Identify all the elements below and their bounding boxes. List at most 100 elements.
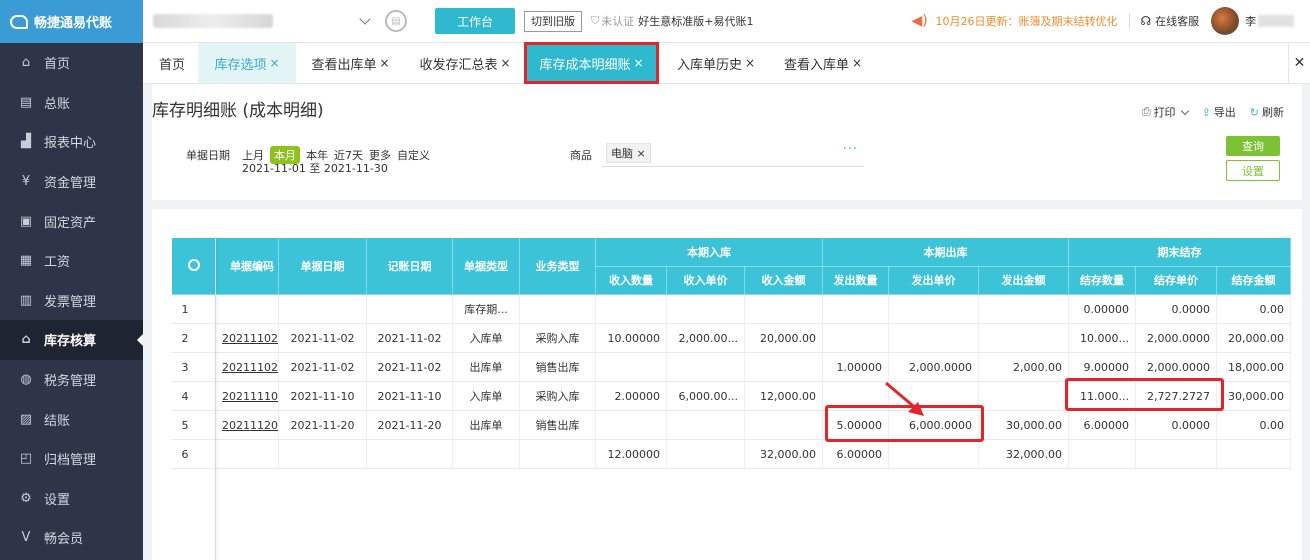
goods-select[interactable]: 电脑 × ···: [602, 140, 864, 167]
switch-old-version-button[interactable]: 切到旧版: [524, 10, 583, 32]
sidebar-item-gear[interactable]: ⚙ 设置: [0, 479, 143, 519]
cell-end-price: 2,000.0000: [1135, 323, 1217, 353]
cell-in-amt: 20,000.00: [744, 323, 823, 353]
cell-end-qty: [1068, 439, 1136, 469]
sidebar-item-chart[interactable]: ▟ 报表中心: [0, 122, 143, 162]
cell-in-qty: 10.00000: [595, 323, 667, 353]
table-row[interactable]: 1 库存期... 0.00000 0.0000 0.00: [171, 294, 1291, 324]
avatar[interactable]: [1211, 7, 1240, 35]
sidebar-item-archive[interactable]: ◰ 归档管理: [0, 439, 143, 479]
header-end-price[interactable]: 结存单价: [1135, 265, 1217, 295]
app-logo[interactable]: 畅捷通易代账: [0, 0, 143, 43]
tab-6[interactable]: 查看入库单 ×: [774, 43, 872, 83]
shield-icon: ⛉: [591, 14, 600, 27]
cell-in-price: [666, 294, 745, 324]
sidebar-item-asset[interactable]: ▣ 固定资产: [0, 201, 143, 241]
query-button[interactable]: 查询: [1226, 136, 1280, 156]
salary-icon: ▦: [19, 253, 33, 269]
refresh-button[interactable]: ↻ 刷新: [1250, 104, 1284, 120]
sidebar-item-vip[interactable]: V 畅会员: [0, 518, 143, 558]
sidebar-item-home[interactable]: ⌂ 首页: [0, 43, 143, 83]
header-out-amt[interactable]: 发出金额: [978, 265, 1069, 295]
cell-end-amt: 20,000.00: [1216, 323, 1291, 353]
cell-doc-code[interactable]: 20211102-0: [215, 352, 279, 382]
cell-doc-type: [452, 439, 520, 469]
more-icon[interactable]: ···: [843, 142, 858, 157]
quick-date-option[interactable]: 自定义: [397, 147, 430, 163]
header-date[interactable]: 单据日期: [278, 237, 367, 295]
date-range[interactable]: 2021-11-01 至 2021-11-30: [242, 160, 388, 176]
tab-2[interactable]: 查看出库单 ×: [296, 43, 405, 83]
tab-4[interactable]: 库存成本明细账 ×: [524, 42, 659, 84]
export-button[interactable]: ⇪ 导出: [1202, 104, 1236, 120]
header-in-amt[interactable]: 收入金额: [744, 265, 823, 295]
sidebar-item-tax[interactable]: ◍ 税务管理: [0, 360, 143, 400]
tab-5[interactable]: 入库单历史 ×: [658, 43, 774, 83]
sidebar-item-invoice[interactable]: ▥ 发票管理: [0, 281, 143, 321]
cell-row-index: 2: [171, 323, 216, 353]
service-label: 在线客服: [1155, 15, 1200, 28]
sidebar-item-label: 发票管理: [44, 294, 97, 310]
online-service-button[interactable]: ☊ 在线客服: [1140, 13, 1199, 29]
header-in-qty[interactable]: 收入数量: [595, 265, 667, 295]
header-in-price[interactable]: 收入单价: [666, 265, 745, 295]
column-settings-header[interactable]: [171, 237, 216, 295]
header-out-price[interactable]: 发出单价: [888, 265, 979, 295]
cell-in-qty: 2.00000: [595, 381, 667, 411]
close-all-tabs-icon[interactable]: ✕: [1288, 43, 1310, 83]
header-biz-type[interactable]: 业务类型: [519, 237, 596, 295]
setting-button[interactable]: 设置: [1226, 160, 1280, 181]
cell-out-amt: 32,000.00: [978, 439, 1069, 469]
header-end-amt[interactable]: 结存金额: [1216, 265, 1291, 295]
gear-icon[interactable]: [187, 258, 200, 271]
sidebar-item-warehouse[interactable]: ⌂ 库存核算: [0, 320, 143, 360]
table-row[interactable]: 6 12.00000 32,000.00 6.00000 32,000.00: [171, 439, 1291, 469]
company-select[interactable]: [147, 7, 375, 35]
tab-close-icon[interactable]: ×: [852, 56, 862, 70]
cell-doc-code[interactable]: 20211110-0: [215, 381, 279, 411]
cell-row-index: 3: [171, 352, 216, 382]
tab-1[interactable]: 库存选项 ×: [198, 43, 296, 83]
cell-out-price: 2,000.0000: [888, 352, 979, 382]
header-out-qty[interactable]: 发出数量: [822, 265, 889, 295]
cell-doc-code[interactable]: 20211120-0: [215, 410, 279, 440]
table-row[interactable]: 220211102-02021-11-022021-11-02入库单采购入库10…: [171, 323, 1291, 353]
update-notice[interactable]: ◀) 10月26日更新：账簿及期末结转优化: [911, 13, 1117, 29]
cell-end-qty: 9.00000: [1068, 352, 1136, 382]
cell-doc-code[interactable]: 20211102-0: [215, 323, 279, 353]
table-row[interactable]: 420211110-02021-11-102021-11-10入库单采购入库2.…: [171, 381, 1291, 411]
header-code[interactable]: 单据编码: [215, 237, 279, 295]
cell-in-qty: [595, 294, 667, 324]
user-name[interactable]: 李: [1245, 13, 1295, 29]
certification-status[interactable]: ⛉ 未认证 好生意标准版+易代账1: [591, 13, 753, 29]
tab-0[interactable]: 首页: [143, 43, 198, 83]
calendar-icon[interactable]: ▤: [385, 10, 407, 32]
tab-close-icon[interactable]: ×: [633, 56, 643, 70]
tab-3[interactable]: 收发存汇总表 ×: [405, 43, 525, 83]
goods-tag[interactable]: 电脑 ×: [606, 143, 651, 163]
sidebar-item-salary[interactable]: ▦ 工资: [0, 241, 143, 281]
invoice-icon: ▥: [19, 292, 33, 308]
warehouse-icon: ⌂: [21, 332, 31, 348]
tag-close-icon[interactable]: ×: [637, 147, 646, 160]
chart-icon: ▟: [21, 134, 31, 150]
sidebar-item-checkout[interactable]: ▨ 结账: [0, 399, 143, 439]
table-area: 单据编码 单据日期 记账日期 单据类型 业务类型 本期入库 本期出库 期末结存 …: [152, 209, 1302, 560]
cell-out-price: [888, 294, 979, 324]
sidebar-item-ledger[interactable]: ▤ 总账: [0, 83, 143, 123]
table-row[interactable]: 320211102-02021-11-022021-11-02出库单销售出库1.…: [171, 352, 1291, 382]
cell-in-amt: [744, 410, 823, 440]
tab-close-icon[interactable]: ×: [500, 56, 510, 70]
print-button[interactable]: ⎙ 打印: [1142, 104, 1189, 120]
tab-close-icon[interactable]: ×: [269, 56, 279, 70]
table-row[interactable]: 520211120-02021-11-202021-11-20出库单销售出库5.…: [171, 410, 1291, 440]
header-end-qty[interactable]: 结存数量: [1068, 265, 1136, 295]
workbench-button[interactable]: 工作台: [435, 8, 516, 34]
header-post-date[interactable]: 记账日期: [366, 237, 453, 295]
cell-end-qty: 6.00000: [1068, 410, 1136, 440]
checkout-icon: ▨: [19, 411, 33, 427]
tab-close-icon[interactable]: ×: [745, 56, 755, 70]
tab-close-icon[interactable]: ×: [379, 56, 389, 70]
sidebar-item-money[interactable]: ¥ 资金管理: [0, 162, 143, 202]
header-doc-type[interactable]: 单据类型: [452, 237, 520, 295]
